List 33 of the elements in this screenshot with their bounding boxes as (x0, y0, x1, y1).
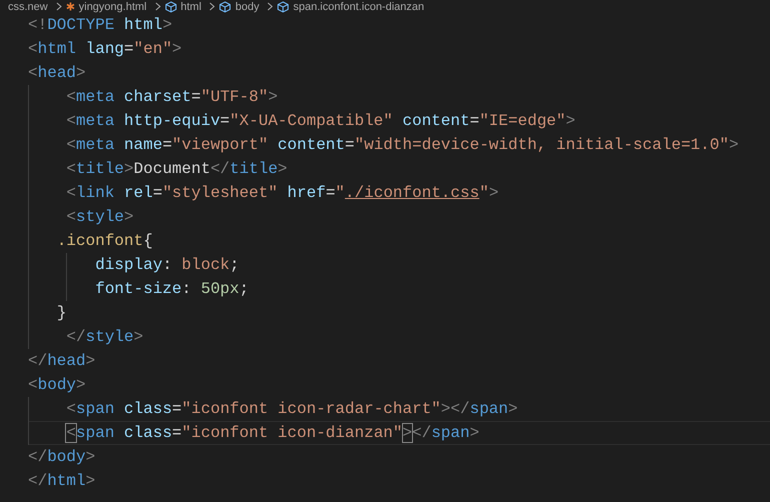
code-line: display: block; (94, 255, 240, 276)
cube-icon (277, 0, 290, 12)
code-line: <title>Document</title> (65, 159, 288, 180)
code-line: <!DOCTYPE html> (28, 15, 174, 36)
code-line: <html lang="en"> (28, 39, 183, 60)
code-line: </head> (28, 351, 96, 372)
code-line: <body> (28, 375, 87, 396)
code-line: <style> (65, 207, 135, 228)
code-line: font-size: 50px; (94, 279, 250, 300)
breadcrumb-item[interactable]: body (235, 0, 260, 12)
code-line: <meta http-equiv="X-UA-Compatible" content="IE=edge"> (65, 111, 576, 132)
code-line: </style> (65, 327, 144, 348)
chevron-icon (154, 2, 161, 11)
breadcrumb-item[interactable]: css.new (8, 0, 48, 12)
code-line: <link rel="stylesheet" href="./iconfont.css"> (65, 183, 500, 204)
code-line: </html> (28, 471, 96, 492)
file-icon (66, 2, 75, 11)
breadcrumb-item[interactable]: yingyong.html (78, 0, 147, 12)
breadcrumb-item[interactable]: html (180, 0, 202, 12)
code-line: </body> (28, 447, 96, 468)
code-line: .iconfont{ (56, 231, 154, 252)
cube-icon (219, 0, 232, 12)
code-line: <span class="iconfont icon-radar-chart"></span> (65, 399, 519, 420)
cube-icon (164, 0, 177, 12)
code-line: <meta charset="UTF-8"> (65, 87, 279, 108)
code-line: <span class="iconfont icon-dianzan"></span> (28, 421, 770, 445)
chevron-icon (267, 2, 274, 11)
code-line: } (56, 303, 68, 324)
breadcrumb-item[interactable]: span.iconfont.icon-dianzan (293, 0, 424, 12)
chevron-icon (56, 2, 62, 11)
chevron-icon (209, 2, 216, 11)
code-line: <head> (28, 63, 87, 84)
code-line: <meta name="viewport" content="width=device-width, initial-scale=1.0"> (65, 135, 740, 156)
